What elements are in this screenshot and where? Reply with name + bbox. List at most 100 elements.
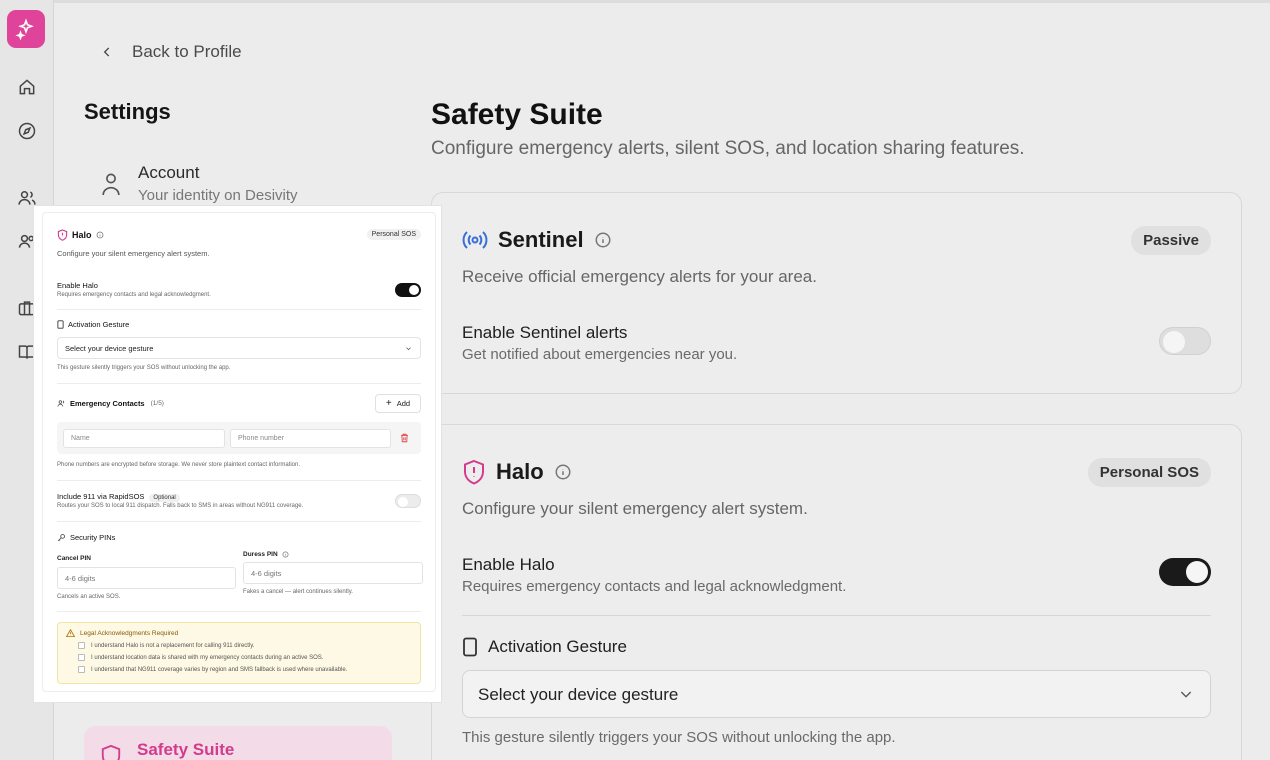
add-contact-button[interactable]: + Add <box>375 394 421 413</box>
phone-icon <box>57 320 64 329</box>
sentinel-badge: Passive <box>1131 226 1211 255</box>
ov-contacts-hint: Phone numbers are encrypted before stora… <box>57 462 301 468</box>
page-title: Safety Suite <box>431 98 603 131</box>
halo-toggle-title: Enable Halo <box>462 555 555 574</box>
halo-name: Halo <box>496 459 544 484</box>
back-to-profile-link[interactable]: Back to Profile <box>100 42 242 62</box>
ov-divider <box>57 521 421 522</box>
legal-item-text: I understand that NG911 coverage varies … <box>91 666 348 673</box>
cancel-pin-hint: Cancels an active SOS. <box>57 594 121 600</box>
gesture-label: Activation Gesture <box>488 637 627 656</box>
ov-pins-header: Security PINs <box>57 533 115 542</box>
legal-checkbox-1[interactable]: I understand Halo is not a replacement f… <box>78 642 255 649</box>
trash-icon[interactable] <box>400 433 409 443</box>
ov-gesture-select[interactable]: Select your device gesture <box>57 337 421 359</box>
back-label: Back to Profile <box>132 42 242 61</box>
nav-account-title: Account <box>138 163 200 182</box>
ov-divider <box>57 309 421 310</box>
halo-toggle[interactable] <box>1159 558 1211 586</box>
ov-divider <box>57 383 421 384</box>
duress-pin-label: Duress PIN <box>243 551 278 558</box>
warning-icon <box>66 629 75 637</box>
sentinel-description: Receive official emergency alerts for yo… <box>462 267 817 286</box>
halo-divider <box>462 615 1211 616</box>
page-subtitle: Configure emergency alerts, silent SOS, … <box>431 138 1025 159</box>
broadcast-icon <box>462 231 488 249</box>
sentinel-toggle-subtitle: Get notified about emergencies near you. <box>462 346 738 363</box>
info-icon[interactable] <box>554 463 572 481</box>
shield-icon <box>100 744 122 760</box>
nav-account-subtitle: Your identity on Desivity <box>138 187 298 204</box>
ov-divider <box>57 611 421 612</box>
shield-alert-icon <box>57 229 68 241</box>
chevron-down-icon <box>406 347 411 351</box>
ov-gesture-hint: This gesture silently triggers your SOS … <box>57 365 231 371</box>
add-contact-label: Add <box>396 399 411 408</box>
legal-checkbox-3[interactable]: I understand that NG911 coverage varies … <box>78 666 347 673</box>
checkbox-icon <box>78 654 85 661</box>
halo-badge: Personal SOS <box>1087 458 1211 487</box>
ov-rapidsos-subtitle: Routes your SOS to local 911 dispatch. F… <box>57 503 304 509</box>
cancel-pin-label: Cancel PIN <box>57 555 91 562</box>
chevron-down-icon <box>1180 691 1192 698</box>
ov-gesture-label: Activation Gesture <box>68 320 130 329</box>
ov-enable-subtitle: Requires emergency contacts and legal ac… <box>57 292 211 298</box>
sentinel-toggle-title: Enable Sentinel alerts <box>462 323 628 342</box>
duress-pin-label-row: Duress PIN <box>243 551 289 558</box>
ov-halo-badge: Personal SOS <box>366 229 421 240</box>
checkbox-icon <box>78 666 85 673</box>
ov-halo-toggle[interactable] <box>395 283 421 297</box>
app-logo[interactable] <box>7 10 45 48</box>
sentinel-header: Sentinel <box>462 227 612 253</box>
home-icon[interactable] <box>15 75 39 99</box>
cancel-pin-input[interactable]: 4-6 digits <box>57 567 236 589</box>
nav-item-safety-suite[interactable]: Safety Suite <box>84 726 392 760</box>
ov-divider <box>57 480 421 481</box>
halo-description: Configure your silent emergency alert sy… <box>462 499 808 518</box>
top-divider <box>54 0 1270 3</box>
info-icon[interactable] <box>594 231 612 249</box>
legal-item-text: I understand location data is shared wit… <box>91 654 324 661</box>
contact-phone-input[interactable]: Phone number <box>230 429 391 448</box>
gesture-hint: This gesture silently triggers your SOS … <box>462 729 896 746</box>
ov-rapidsos-toggle[interactable] <box>395 494 421 508</box>
ov-contacts-label: Emergency Contacts <box>70 399 145 408</box>
info-icon[interactable] <box>282 551 289 558</box>
settings-title: Settings <box>84 99 171 124</box>
ov-rapidsos-title: Include 911 via RapidSOS <box>57 492 145 501</box>
chevron-left-icon <box>103 47 110 57</box>
user-icon <box>102 173 120 196</box>
phone-icon <box>463 637 477 657</box>
sentinel-card: Sentinel Passive Receive official emerge… <box>431 192 1242 394</box>
users-icon <box>57 400 65 407</box>
halo-preview-card: Halo Personal SOS Configure your silent … <box>42 212 436 692</box>
ov-gesture-header: Activation Gesture <box>57 320 129 329</box>
ov-halo-title: Halo <box>72 230 92 240</box>
legal-title: Legal Acknowledgments Required <box>80 629 179 637</box>
ov-contacts-header: Emergency Contacts (1/5) <box>57 399 164 408</box>
ov-contacts-count: (1/5) <box>150 400 164 407</box>
contact-row: Name Phone number <box>57 422 421 454</box>
sentinel-name: Sentinel <box>498 227 584 252</box>
ov-rapidsos-title-row: Include 911 via RapidSOS Optional <box>57 492 180 502</box>
duress-pin-input[interactable]: 4-6 digits <box>243 562 423 584</box>
sentinel-toggle[interactable] <box>1159 327 1211 355</box>
ov-rapidsos-badge: Optional <box>149 494 180 502</box>
nav-item-account[interactable]: Account Your identity on Desivity <box>100 163 298 204</box>
legal-checkbox-2[interactable]: I understand location data is shared wit… <box>78 654 323 661</box>
nav-safety-label: Safety Suite <box>137 740 235 759</box>
compass-icon[interactable] <box>15 119 39 143</box>
ov-halo-header: Halo <box>57 229 104 241</box>
legal-item-text: I understand Halo is not a replacement f… <box>91 642 255 649</box>
gesture-select[interactable]: Select your device gesture <box>462 670 1211 718</box>
ov-enable-title: Enable Halo <box>57 281 98 290</box>
legal-acknowledgments: Legal Acknowledgments Required I underst… <box>57 622 421 684</box>
halo-card: Halo Personal SOS Configure your silent … <box>431 424 1242 760</box>
gesture-header: Activation Gesture <box>462 637 627 657</box>
sparkle-icon <box>15 18 34 40</box>
checkbox-icon <box>78 642 85 649</box>
legal-header: Legal Acknowledgments Required <box>66 629 178 637</box>
ov-gesture-value: Select your device gesture <box>65 344 154 353</box>
contact-name-input[interactable]: Name <box>63 429 225 448</box>
info-icon[interactable] <box>96 231 104 239</box>
